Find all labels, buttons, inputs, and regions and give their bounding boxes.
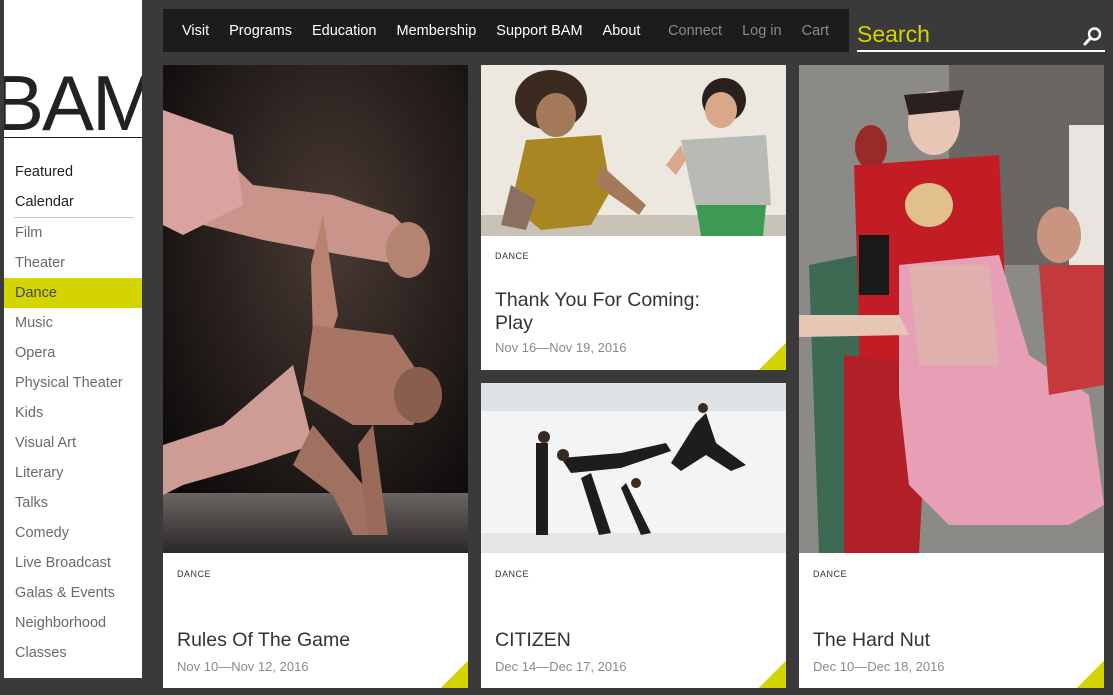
- event-dates: Nov 16—Nov 19, 2016: [495, 340, 627, 355]
- event-image: [163, 65, 468, 553]
- bam-logo[interactable]: BAM: [4, 72, 142, 138]
- event-image: [481, 383, 786, 553]
- event-title-line-2: Play: [495, 312, 533, 334]
- sidebar-item-neighborhood[interactable]: Neighborhood: [4, 608, 142, 638]
- event-dates: Nov 10—Nov 12, 2016: [177, 659, 309, 674]
- sidebar-item-talks[interactable]: Talks: [4, 488, 142, 518]
- event-title[interactable]: The Hard Nut: [813, 629, 930, 652]
- event-image: [799, 65, 1104, 553]
- event-title-line-1: Thank You For Coming:: [495, 289, 700, 311]
- card-corner-accent: [758, 342, 786, 370]
- search-box: [857, 18, 1105, 52]
- card-corner-accent: [1076, 660, 1104, 688]
- event-title[interactable]: CITIZEN: [495, 629, 571, 652]
- event-card-body: DANCE Rules Of The Game Nov 10—Nov 12, 2…: [163, 553, 468, 688]
- logo-text: BAM: [4, 72, 142, 138]
- sidebar-item-music[interactable]: Music: [4, 308, 142, 338]
- sidebar-item-classes[interactable]: Classes: [4, 638, 142, 668]
- nav-link-programs[interactable]: Programs: [219, 23, 302, 39]
- nav-link-education[interactable]: Education: [302, 23, 387, 39]
- sidebar-nav: Featured Calendar Film Theater Dance Mus…: [4, 157, 142, 668]
- search-input[interactable]: [857, 18, 1077, 50]
- cart-link[interactable]: Cart: [802, 23, 829, 39]
- sidebar-item-film[interactable]: Film: [4, 218, 142, 248]
- sidebar-item-live-broadcast[interactable]: Live Broadcast: [4, 548, 142, 578]
- sidebar-item-opera[interactable]: Opera: [4, 338, 142, 368]
- top-nav-bar: Visit Programs Education Membership Supp…: [163, 9, 849, 52]
- event-card-body: DANCE Thank You For Coming: Play Nov 16—…: [481, 236, 786, 370]
- event-category: DANCE: [177, 569, 212, 579]
- event-dates: Dec 14—Dec 17, 2016: [495, 659, 627, 674]
- event-title[interactable]: Thank You For Coming: Play: [495, 289, 700, 335]
- sidebar: BAM Featured Calendar Film Theater Dance…: [4, 0, 142, 678]
- sidebar-item-calendar[interactable]: Calendar: [4, 187, 142, 217]
- nav-link-support-bam[interactable]: Support BAM: [486, 23, 592, 39]
- nav-link-visit[interactable]: Visit: [163, 23, 219, 39]
- login-link[interactable]: Log in: [742, 23, 782, 39]
- event-category: DANCE: [495, 251, 530, 261]
- sidebar-item-theater[interactable]: Theater: [4, 248, 142, 278]
- sidebar-item-comedy[interactable]: Comedy: [4, 518, 142, 548]
- search-icon[interactable]: [1083, 26, 1103, 46]
- event-dates: Dec 10—Dec 18, 2016: [813, 659, 945, 674]
- main-nav: Visit Programs Education Membership Supp…: [163, 9, 650, 52]
- sidebar-item-galas-events[interactable]: Galas & Events: [4, 578, 142, 608]
- sidebar-item-featured[interactable]: Featured: [4, 157, 142, 187]
- event-card-rules-of-the-game[interactable]: DANCE Rules Of The Game Nov 10—Nov 12, 2…: [163, 65, 468, 688]
- event-card-body: DANCE CITIZEN Dec 14—Dec 17, 2016: [481, 553, 786, 688]
- sidebar-item-visual-art[interactable]: Visual Art: [4, 428, 142, 458]
- card-corner-accent: [440, 660, 468, 688]
- event-card-thank-you-for-coming[interactable]: DANCE Thank You For Coming: Play Nov 16—…: [481, 65, 786, 370]
- event-title[interactable]: Rules Of The Game: [177, 629, 350, 652]
- event-category: DANCE: [495, 569, 530, 579]
- event-card-body: DANCE The Hard Nut Dec 10—Dec 18, 2016: [799, 553, 1104, 688]
- sidebar-item-dance[interactable]: Dance: [4, 278, 142, 308]
- connect-link[interactable]: Connect: [668, 23, 722, 39]
- sidebar-item-kids[interactable]: Kids: [4, 398, 142, 428]
- sidebar-item-physical-theater[interactable]: Physical Theater: [4, 368, 142, 398]
- event-image: [481, 65, 786, 236]
- nav-link-about[interactable]: About: [593, 23, 651, 39]
- nav-link-membership[interactable]: Membership: [387, 23, 487, 39]
- event-category: DANCE: [813, 569, 848, 579]
- sidebar-item-literary[interactable]: Literary: [4, 458, 142, 488]
- event-card-citizen[interactable]: DANCE CITIZEN Dec 14—Dec 17, 2016: [481, 383, 786, 688]
- utility-nav: Connect Log in Cart: [648, 9, 829, 52]
- card-corner-accent: [758, 660, 786, 688]
- event-card-the-hard-nut[interactable]: DANCE The Hard Nut Dec 10—Dec 18, 2016: [799, 65, 1104, 688]
